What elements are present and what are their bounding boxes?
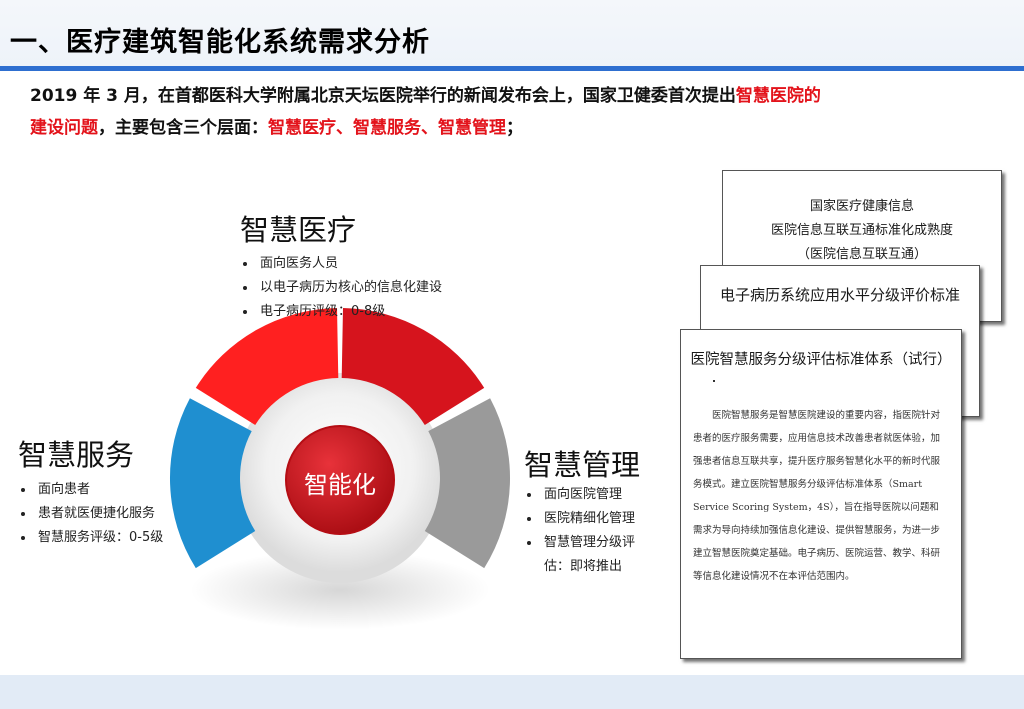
medical-item-1: 面向医务人员	[240, 252, 442, 276]
document-smart-service-standard: 医院智慧服务分级评估标准体系（试行） 医院智慧服务是智慧医院建设的重要内容，指医…	[680, 329, 962, 659]
smart-hospital-diagram: 智能化	[169, 308, 511, 630]
service-title: 智慧服务	[18, 438, 135, 472]
service-item-1: 面向患者	[18, 478, 163, 502]
doc3-body: 医院智慧服务是智慧医院建设的重要内容，指医院针对患者的医疗服务需要，应用信息技术…	[693, 410, 941, 582]
medical-item-3: 电子病历评级：0-8级	[240, 300, 442, 324]
medical-title: 智慧医疗	[240, 213, 357, 247]
doc3-mark	[713, 380, 715, 382]
doc1-line3: （医院信息互联互通）	[796, 247, 927, 262]
management-item-3: 智慧管理分级评估：即将推出	[524, 531, 654, 579]
doc1-line1: 国家医疗健康信息	[809, 199, 914, 214]
service-item-2: 患者就医便捷化服务	[18, 502, 163, 526]
medical-list: 面向医务人员 以电子病历为核心的信息化建设 电子病历评级：0-8级	[240, 252, 442, 324]
doc2-title: 电子病历系统应用水平分级评价标准	[719, 286, 960, 304]
footer-band	[0, 675, 1024, 709]
center-label: 智能化	[304, 471, 376, 499]
management-item-1: 面向医院管理	[524, 483, 654, 507]
doc3-title: 医院智慧服务分级评估标准体系（试行）	[690, 352, 952, 368]
service-list: 面向患者 患者就医便捷化服务 智慧服务评级：0-5级	[18, 478, 163, 550]
management-item-2: 医院精细化管理	[524, 507, 654, 531]
service-item-3: 智慧服务评级：0-5级	[18, 526, 163, 550]
management-title: 智慧管理	[524, 448, 641, 482]
doc1-line2: 医院信息互联互通标准化成熟度	[770, 223, 953, 238]
medical-item-2: 以电子病历为核心的信息化建设	[240, 276, 442, 300]
management-list: 面向医院管理 医院精细化管理 智慧管理分级评估：即将推出	[524, 483, 654, 579]
